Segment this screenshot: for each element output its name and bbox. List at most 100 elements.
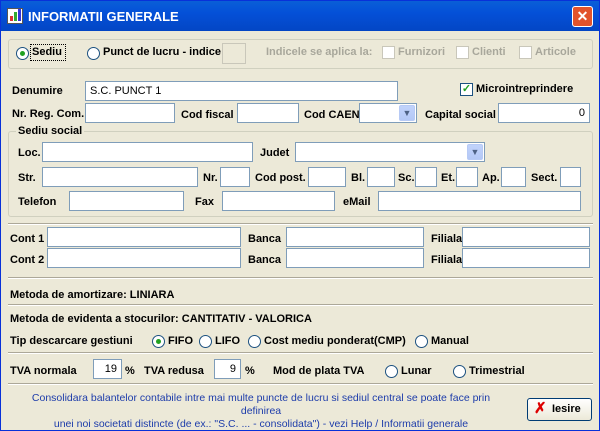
cmp-radio[interactable] — [248, 335, 261, 348]
denumire-label: Denumire — [12, 85, 63, 97]
filiala2-label: Filiala — [431, 254, 463, 266]
tva-redusa-input[interactable]: 9 — [214, 359, 241, 379]
descarcare-label: Tip descarcare gestiuni — [10, 335, 133, 347]
sediu-radio[interactable] — [16, 47, 29, 60]
metoda-stocuri-text: Metoda de evidenta a stocurilor: CANTITA… — [10, 313, 312, 325]
str-input[interactable] — [42, 167, 198, 187]
filiala1-input[interactable] — [462, 227, 590, 247]
mod-plata-tva-label: Mod de plata TVA — [273, 365, 365, 377]
fax-input[interactable] — [222, 191, 335, 211]
email-label: eMail — [343, 196, 371, 208]
denumire-input[interactable]: S.C. PUNCT 1 — [85, 81, 398, 101]
nr-label: Nr. — [203, 172, 218, 184]
tva-normala-label: TVA normala — [10, 365, 77, 377]
et-label: Et. — [441, 172, 456, 184]
banca1-input[interactable] — [286, 227, 424, 247]
judet-label: Judet — [260, 147, 290, 159]
lifo-label[interactable]: LIFO — [215, 335, 240, 347]
indice-input[interactable] — [222, 43, 246, 64]
filiala2-input[interactable] — [462, 248, 590, 268]
telefon-label: Telefon — [18, 196, 57, 208]
nr-reg-com-input[interactable] — [85, 103, 175, 123]
chevron-down-icon[interactable]: ▼ — [399, 105, 415, 121]
cod-post-label: Cod post. — [255, 172, 306, 184]
filiala1-label: Filiala — [431, 233, 463, 245]
sediu-label[interactable]: Sediu — [32, 46, 62, 58]
cont2-input[interactable] — [47, 248, 241, 268]
clienti-checkbox[interactable] — [456, 46, 469, 59]
articole-checkbox[interactable] — [519, 46, 532, 59]
dialog-window: INFORMATII GENERALE ✕ Sediu Punct de luc… — [0, 0, 600, 431]
telefon-input[interactable] — [69, 191, 184, 211]
banca1-label: Banca — [248, 233, 282, 245]
banca2-input[interactable] — [286, 248, 424, 268]
indice-note: Indicele se aplica la: — [266, 46, 373, 58]
iesire-label: Iesire — [552, 403, 581, 415]
tva-redusa-label: TVA redusa — [144, 365, 204, 377]
cod-fiscal-input[interactable] — [237, 103, 299, 123]
manual-radio[interactable] — [415, 335, 428, 348]
fifo-radio[interactable] — [152, 335, 165, 348]
nr-input[interactable] — [220, 167, 250, 187]
loc-input[interactable] — [42, 142, 253, 162]
sc-input[interactable] — [415, 167, 437, 187]
bl-label: Bl. — [351, 172, 366, 184]
et-input[interactable] — [456, 167, 478, 187]
trimestrial-radio[interactable] — [453, 365, 466, 378]
lifo-radio[interactable] — [199, 335, 212, 348]
cod-caen-label: Cod CAEN — [304, 109, 360, 121]
title-bar[interactable]: INFORMATII GENERALE ✕ — [1, 1, 599, 31]
tva-normala-input[interactable]: 19 — [93, 359, 122, 379]
tva-redusa-percent: % — [245, 365, 255, 377]
chevron-down-icon[interactable]: ▼ — [467, 144, 483, 160]
ap-label: Ap. — [482, 172, 500, 184]
furnizori-checkbox[interactable] — [382, 46, 395, 59]
cmp-label[interactable]: Cost mediu ponderat(CMP) — [264, 335, 406, 347]
ap-input[interactable] — [501, 167, 526, 187]
consolidation-info: Consolidara balantelor contabile intre m… — [11, 392, 511, 431]
sect-label: Sect. — [531, 172, 558, 184]
punct-lucru-radio[interactable] — [87, 47, 100, 60]
info-line-1: Consolidara balantelor contabile intre m… — [31, 392, 491, 417]
iesire-button[interactable]: ✗ Iesire — [527, 398, 592, 421]
divider — [8, 304, 593, 306]
cod-caen-select[interactable]: ▼ — [359, 103, 417, 123]
bl-input[interactable] — [367, 167, 395, 187]
window-title: INFORMATII GENERALE — [28, 9, 179, 24]
email-input[interactable] — [378, 191, 581, 211]
metoda-amortizare-text: Metoda de amortizare: LINIARA — [10, 289, 175, 301]
cont1-label: Cont 1 — [10, 233, 45, 245]
clienti-label: Clienti — [472, 46, 506, 58]
nr-reg-com-label: Nr. Reg. Com. — [12, 108, 85, 120]
app-chart-icon — [7, 8, 23, 24]
cod-post-input[interactable] — [308, 167, 346, 187]
banca2-label: Banca — [248, 254, 282, 266]
exit-x-icon: ✗ — [534, 400, 547, 417]
microintreprindere-checkbox[interactable]: ✓ — [460, 83, 473, 96]
divider — [8, 352, 593, 354]
lunar-label[interactable]: Lunar — [401, 365, 432, 377]
tva-normala-percent: % — [125, 365, 135, 377]
judet-select[interactable]: ▼ — [295, 142, 485, 162]
divider — [8, 277, 593, 279]
lunar-radio[interactable] — [385, 365, 398, 378]
trimestrial-label[interactable]: Trimestrial — [469, 365, 525, 377]
manual-label[interactable]: Manual — [431, 335, 469, 347]
capital-social-input[interactable]: 0 — [498, 103, 590, 123]
divider — [8, 223, 593, 225]
microintreprindere-label[interactable]: Microintreprindere — [476, 83, 573, 95]
fifo-label[interactable]: FIFO — [168, 335, 193, 347]
cod-fiscal-label: Cod fiscal — [181, 109, 234, 121]
divider — [8, 383, 593, 385]
cont1-input[interactable] — [47, 227, 241, 247]
furnizori-label: Furnizori — [398, 46, 446, 58]
fax-label: Fax — [195, 196, 214, 208]
capital-social-label: Capital social — [425, 109, 496, 121]
cont2-label: Cont 2 — [10, 254, 45, 266]
sc-label: Sc. — [398, 172, 415, 184]
close-button[interactable]: ✕ — [572, 6, 593, 27]
sediu-social-group-label: Sediu social — [16, 125, 85, 137]
sect-input[interactable] — [560, 167, 581, 187]
info-line-2: unei noi societati distincte (de ex.: "S… — [53, 418, 469, 430]
punct-lucru-label[interactable]: Punct de lucru - indice — [103, 46, 221, 58]
